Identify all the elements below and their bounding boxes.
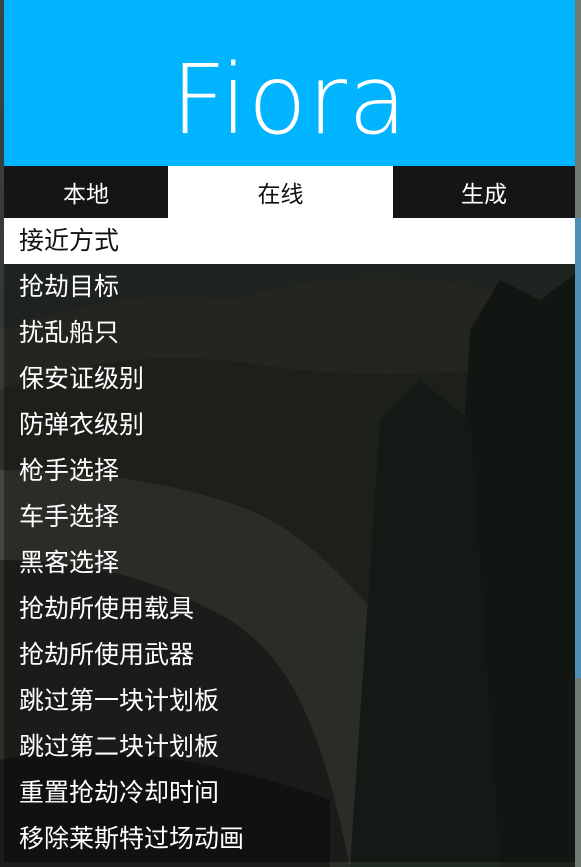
- menu-item-approach[interactable]: 接近方式: [4, 218, 575, 264]
- menu-scrollbar[interactable]: [575, 218, 581, 678]
- menu-item-security-pass-level[interactable]: 保安证级别: [4, 356, 575, 402]
- menu-item-hacker[interactable]: 黑客选择: [4, 540, 575, 586]
- menu-item-armor-level[interactable]: 防弹衣级别: [4, 402, 575, 448]
- menu-item-gunman[interactable]: 枪手选择: [4, 448, 575, 494]
- menu-header: Fiora: [4, 0, 575, 166]
- menu-title: Fiora: [171, 44, 408, 156]
- menu-item-driver[interactable]: 车手选择: [4, 494, 575, 540]
- menu-item-reset-cooldown[interactable]: 重置抢劫冷却时间: [4, 770, 575, 816]
- menu-item-disrupt-ships[interactable]: 扰乱船只: [4, 310, 575, 356]
- menu-item-skip-board-1[interactable]: 跳过第一块计划板: [4, 678, 575, 724]
- tab-local[interactable]: 本地: [4, 166, 168, 218]
- menu-list: 接近方式 抢劫目标 扰乱船只 保安证级别 防弹衣级别 枪手选择 车手选择 黑客选…: [4, 218, 575, 862]
- menu-item-remove-lester-cutscene[interactable]: 移除莱斯特过场动画: [4, 816, 575, 862]
- menu-item-heist-vehicle[interactable]: 抢劫所使用载具: [4, 586, 575, 632]
- menu-item-heist-target[interactable]: 抢劫目标: [4, 264, 575, 310]
- menu-item-skip-board-2[interactable]: 跳过第二块计划板: [4, 724, 575, 770]
- app-window: Fiora 本地 在线 生成 接近方式 抢劫目标 扰乱船只 保安证级别 防弹衣级…: [0, 0, 581, 867]
- trainer-menu: Fiora 本地 在线 生成 接近方式 抢劫目标 扰乱船只 保安证级别 防弹衣级…: [4, 0, 575, 867]
- tab-online[interactable]: 在线: [168, 166, 393, 218]
- menu-item-heist-weapons[interactable]: 抢劫所使用武器: [4, 632, 575, 678]
- tab-bar: 本地 在线 生成: [4, 166, 575, 218]
- tab-spawn[interactable]: 生成: [393, 166, 575, 218]
